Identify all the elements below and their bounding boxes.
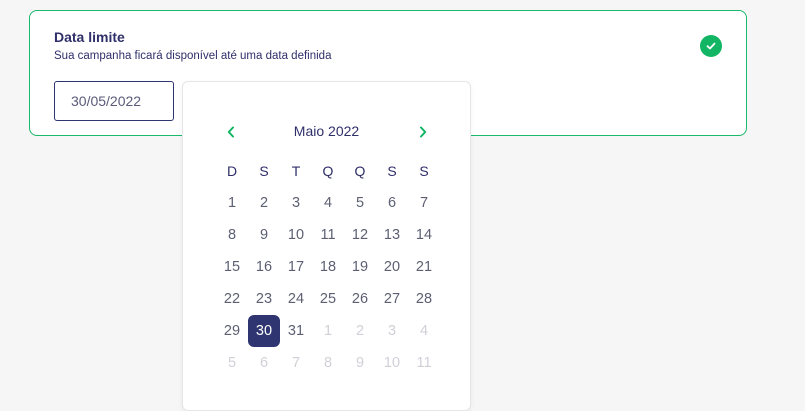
- card-description: Sua campanha ficará disponível até uma d…: [54, 50, 332, 62]
- calendar-day[interactable]: 2: [248, 187, 280, 219]
- calendar-day[interactable]: 31: [280, 315, 312, 347]
- calendar-day[interactable]: 8: [216, 219, 248, 251]
- calendar-day-outside: 7: [291, 355, 301, 371]
- calendar-day[interactable]: 3: [280, 187, 312, 219]
- calendar-day[interactable]: 11: [312, 219, 344, 251]
- calendar-day[interactable]: 18: [312, 251, 344, 283]
- weekday-header: S: [419, 163, 429, 179]
- calendar-day[interactable]: 1: [216, 187, 248, 219]
- check-icon: [706, 42, 716, 50]
- calendar-day-outside: 10: [383, 355, 401, 371]
- calendar-day[interactable]: 26: [344, 283, 376, 315]
- calendar-day[interactable]: 21: [408, 251, 440, 283]
- calendar-day[interactable]: 28: [408, 283, 440, 315]
- calendar-day[interactable]: 12: [344, 219, 376, 251]
- calendar-grid: D S T Q Q S S 1 2 3 4 5 6 7 8 9 10 11 12 13 14 15 16 17 18 19 20 21…: [216, 155, 440, 379]
- calendar-day-outside: 2: [355, 323, 365, 339]
- calendar-day-outside: 6: [259, 355, 269, 371]
- chevron-right-icon: [420, 126, 427, 138]
- calendar-day[interactable]: 5: [344, 187, 376, 219]
- check-circle-icon: [700, 35, 722, 57]
- calendar-day-outside: 9: [355, 355, 365, 371]
- calendar-day-outside: 11: [416, 355, 432, 371]
- calendar-day[interactable]: 9: [248, 219, 280, 251]
- calendar-day-outside: 4: [419, 323, 429, 339]
- calendar-day[interactable]: 20: [376, 251, 408, 283]
- calendar-day[interactable]: 7: [408, 187, 440, 219]
- weekday-header: Q: [354, 163, 366, 179]
- calendar-day[interactable]: 25: [312, 283, 344, 315]
- card-title: Data limite: [54, 29, 125, 45]
- calendar-day-outside: 5: [227, 355, 237, 371]
- calendar-day-outside: 3: [387, 323, 397, 339]
- next-month-button[interactable]: [413, 122, 433, 142]
- calendar-day-outside: 1: [323, 323, 333, 339]
- calendar-day[interactable]: 24: [280, 283, 312, 315]
- weekday-header: D: [226, 163, 238, 179]
- calendar-day-outside: 8: [323, 355, 333, 371]
- weekday-header: S: [259, 163, 269, 179]
- calendar-day[interactable]: 4: [312, 187, 344, 219]
- calendar-day[interactable]: 17: [280, 251, 312, 283]
- calendar-day-selected[interactable]: 30: [248, 315, 280, 347]
- calendar-day[interactable]: 19: [344, 251, 376, 283]
- calendar-day[interactable]: 16: [248, 251, 280, 283]
- calendar-day[interactable]: 13: [376, 219, 408, 251]
- calendar-day[interactable]: 6: [376, 187, 408, 219]
- date-input[interactable]: [54, 81, 174, 121]
- calendar-day[interactable]: 10: [280, 219, 312, 251]
- calendar-header: Maio 2022: [183, 122, 470, 142]
- date-picker-popup: Maio 2022 D S T Q Q S S 1 2 3 4 5 6 7 8 9 10 11 12 13 14 15 16…: [182, 81, 471, 411]
- calendar-day[interactable]: 22: [216, 283, 248, 315]
- calendar-day[interactable]: 14: [408, 219, 440, 251]
- weekday-header: T: [291, 163, 301, 179]
- calendar-day[interactable]: 23: [248, 283, 280, 315]
- calendar-day[interactable]: 29: [216, 315, 248, 347]
- calendar-day[interactable]: 27: [376, 283, 408, 315]
- calendar-day[interactable]: 15: [216, 251, 248, 283]
- weekday-header: Q: [322, 163, 334, 179]
- weekday-header: S: [387, 163, 397, 179]
